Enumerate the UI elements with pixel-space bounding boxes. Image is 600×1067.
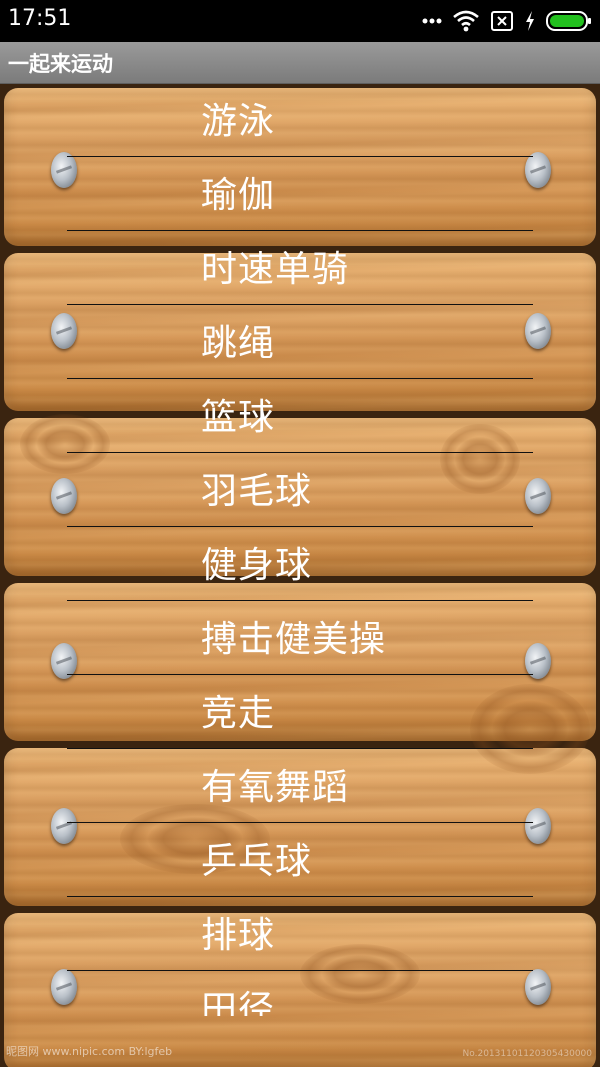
list-item-aerobic-dance[interactable]: 有氧舞蹈 bbox=[0, 750, 600, 824]
list-item-track-and-field[interactable]: 田径 bbox=[0, 972, 600, 1016]
list-item-label: 搏击健美操 bbox=[201, 619, 387, 660]
list-item-label: 游泳 bbox=[201, 101, 276, 142]
list-item-label: 健身球 bbox=[201, 545, 313, 586]
list-item-label: 跳绳 bbox=[201, 323, 276, 364]
list-item-label: 有氧舞蹈 bbox=[201, 767, 350, 808]
list-item-fitness-ball[interactable]: 健身球 bbox=[0, 528, 600, 602]
list-divider bbox=[67, 748, 533, 749]
list-divider bbox=[67, 156, 533, 157]
action-bar: 一起来运动 bbox=[0, 42, 600, 84]
list-item-table-tennis[interactable]: 乒乓球 bbox=[0, 824, 600, 898]
list-item-volleyball[interactable]: 排球 bbox=[0, 898, 600, 972]
dots-icon bbox=[422, 17, 442, 25]
list-item-cycling[interactable]: 时速单骑 bbox=[0, 232, 600, 306]
watermark-id: No.20131101120305430000 bbox=[462, 1049, 592, 1059]
list-item-swimming[interactable]: 游泳 bbox=[0, 84, 600, 158]
sports-list-view[interactable]: 游泳 瑜伽 时速单骑 跳绳 篮球 羽毛球 健身球 搏击健美操 竞走 有氧舞蹈 乒… bbox=[0, 84, 600, 1067]
list-divider bbox=[67, 378, 533, 379]
wifi-icon bbox=[452, 10, 480, 32]
list-item-jump-rope[interactable]: 跳绳 bbox=[0, 306, 600, 380]
status-time: 17:51 bbox=[8, 6, 72, 31]
app-title: 一起来运动 bbox=[8, 52, 113, 76]
list-viewport: 游泳 瑜伽 时速单骑 跳绳 篮球 羽毛球 健身球 搏击健美操 竞走 有氧舞蹈 乒… bbox=[0, 84, 600, 1016]
list-item-label: 羽毛球 bbox=[201, 471, 313, 512]
list-divider bbox=[67, 822, 533, 823]
charging-bolt-icon bbox=[524, 10, 536, 32]
status-icons bbox=[422, 8, 592, 34]
status-bar: 17:51 bbox=[0, 0, 600, 42]
list-divider bbox=[67, 304, 533, 305]
list-divider bbox=[67, 526, 533, 527]
list-item-race-walking[interactable]: 竞走 bbox=[0, 676, 600, 750]
list-divider bbox=[67, 230, 533, 231]
list-item-label: 瑜伽 bbox=[201, 175, 276, 216]
battery-icon bbox=[546, 10, 592, 32]
list-divider bbox=[67, 452, 533, 453]
list-item-label: 篮球 bbox=[201, 397, 276, 438]
list-item-label: 田径 bbox=[201, 989, 276, 1016]
watermark-text: 昵图网 www.nipic.com BY:lgfeb bbox=[6, 1045, 173, 1058]
list-divider bbox=[67, 600, 533, 601]
list-divider bbox=[67, 970, 533, 971]
list-item-label: 乒乓球 bbox=[201, 841, 313, 882]
list-divider bbox=[67, 674, 533, 675]
list-item-basketball[interactable]: 篮球 bbox=[0, 380, 600, 454]
list-item-label: 竞走 bbox=[201, 693, 276, 734]
list-item-yoga[interactable]: 瑜伽 bbox=[0, 158, 600, 232]
list-item-label: 排球 bbox=[201, 915, 276, 956]
sim-off-icon bbox=[490, 10, 514, 32]
list-item-label: 时速单骑 bbox=[201, 249, 350, 290]
list-item-badminton[interactable]: 羽毛球 bbox=[0, 454, 600, 528]
list-item-kickboxing-aerobics[interactable]: 搏击健美操 bbox=[0, 602, 600, 676]
list-divider bbox=[67, 896, 533, 897]
